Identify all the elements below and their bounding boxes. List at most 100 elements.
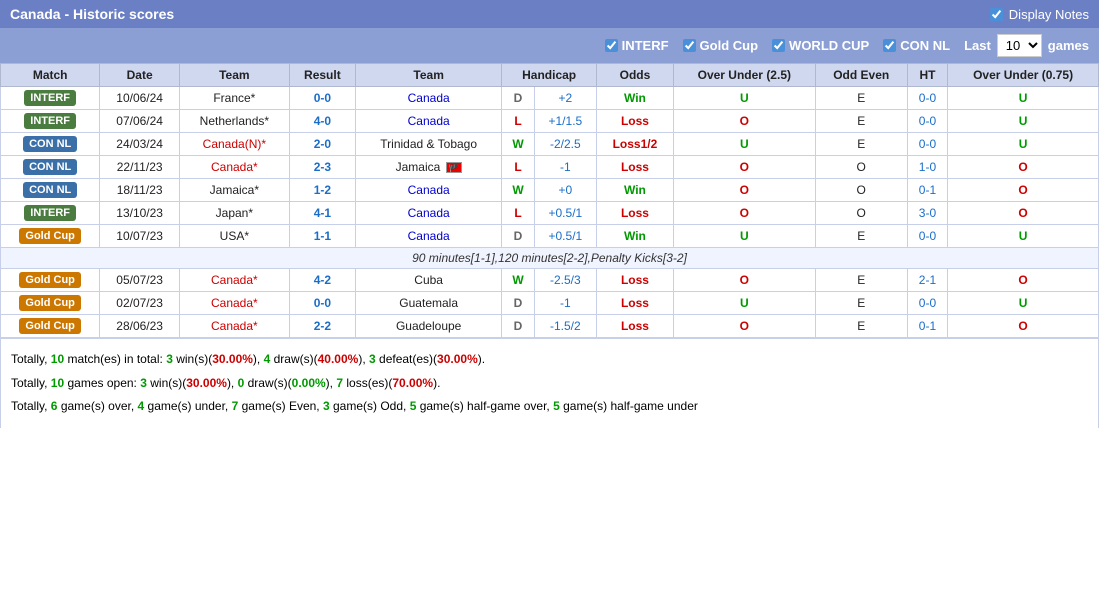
last-games-select[interactable]: 10 20 30 50: [997, 34, 1042, 57]
header: Canada - Historic scores Display Notes: [0, 0, 1099, 28]
team-home[interactable]: Japan*: [179, 202, 289, 225]
match-badge: INTERF: [1, 202, 100, 225]
filter-gold-cup[interactable]: Gold Cup: [683, 38, 759, 53]
over-under-25: U: [673, 225, 815, 248]
team-home[interactable]: Canada*: [179, 292, 289, 315]
table-row: CON NL22/11/23Canada*2-3Jamaica 🏴L-1Loss…: [1, 156, 1099, 179]
team-away[interactable]: Canada: [356, 87, 502, 110]
match-result[interactable]: 0-0: [289, 87, 355, 110]
match-result[interactable]: 2-0: [289, 133, 355, 156]
filter-con-nl-label: CON NL: [900, 38, 950, 53]
summary-line2: Totally, 10 games open: 3 win(s)(30.00%)…: [11, 373, 1088, 395]
match-result[interactable]: 2-2: [289, 315, 355, 338]
over-under-25: O: [673, 179, 815, 202]
team-home[interactable]: Netherlands*: [179, 110, 289, 133]
over-under-25: U: [673, 292, 815, 315]
col-match: Match: [1, 64, 100, 87]
team-away[interactable]: Cuba: [356, 269, 502, 292]
match-result[interactable]: 4-1: [289, 202, 355, 225]
over-under-075: O: [948, 202, 1099, 225]
team-home[interactable]: Jamaica*: [179, 179, 289, 202]
match-date: 18/11/23: [100, 179, 180, 202]
match-result[interactable]: 4-2: [289, 269, 355, 292]
col-odd-even: Odd Even: [815, 64, 907, 87]
last-games-control: Last 10 20 30 50 games: [964, 34, 1089, 57]
match-result[interactable]: 0-0: [289, 292, 355, 315]
table-row: Gold Cup28/06/23Canada*2-2GuadeloupeD-1.…: [1, 315, 1099, 338]
team-away[interactable]: Canada: [356, 202, 502, 225]
last-label: Last: [964, 38, 991, 53]
col-result: Result: [289, 64, 355, 87]
team-home[interactable]: USA*: [179, 225, 289, 248]
filter-interf-checkbox[interactable]: [605, 39, 618, 52]
handicap: -1: [534, 292, 596, 315]
odds: Win: [596, 87, 673, 110]
match-badge: INTERF: [1, 110, 100, 133]
handicap: -1.5/2: [534, 315, 596, 338]
table-row: INTERF10/06/24France*0-0CanadaD+2WinUE0-…: [1, 87, 1099, 110]
team-away[interactable]: Canada: [356, 110, 502, 133]
match-badge: Gold Cup: [1, 269, 100, 292]
odds: Loss: [596, 110, 673, 133]
match-badge: CON NL: [1, 179, 100, 202]
match-date: 28/06/23: [100, 315, 180, 338]
team-home[interactable]: Canada*: [179, 269, 289, 292]
filter-con-nl-checkbox[interactable]: [883, 39, 896, 52]
handicap: +0.5/1: [534, 202, 596, 225]
odds: Loss: [596, 269, 673, 292]
match-result[interactable]: 4-0: [289, 110, 355, 133]
team-away[interactable]: Guatemala: [356, 292, 502, 315]
odds: Loss1/2: [596, 133, 673, 156]
over-under-25: O: [673, 269, 815, 292]
over-under-075: O: [948, 179, 1099, 202]
match-date: 10/07/23: [100, 225, 180, 248]
filter-gold-cup-label: Gold Cup: [700, 38, 759, 53]
team-home[interactable]: Canada*: [179, 315, 289, 338]
display-notes-checkbox[interactable]: [990, 8, 1003, 21]
team-away[interactable]: Guadeloupe: [356, 315, 502, 338]
filter-interf[interactable]: INTERF: [605, 38, 669, 53]
team-away[interactable]: Trinidad & Tobago: [356, 133, 502, 156]
over-under-075: U: [948, 87, 1099, 110]
match-result[interactable]: 1-1: [289, 225, 355, 248]
match-result[interactable]: 1-2: [289, 179, 355, 202]
col-odds: Odds: [596, 64, 673, 87]
filter-world-cup-checkbox[interactable]: [772, 39, 785, 52]
col-over-under-25: Over Under (2.5): [673, 64, 815, 87]
team-home[interactable]: France*: [179, 87, 289, 110]
table-row: INTERF07/06/24Netherlands*4-0CanadaL+1/1…: [1, 110, 1099, 133]
over-under-075: O: [948, 269, 1099, 292]
odd-even: E: [815, 315, 907, 338]
match-outcome: L: [502, 156, 534, 179]
team-away[interactable]: Jamaica 🏴: [356, 156, 502, 179]
team-away[interactable]: Canada: [356, 179, 502, 202]
col-ht: HT: [907, 64, 947, 87]
filter-con-nl[interactable]: CON NL: [883, 38, 950, 53]
col-date: Date: [100, 64, 180, 87]
match-badge: Gold Cup: [1, 292, 100, 315]
odd-even: O: [815, 179, 907, 202]
odds: Loss: [596, 315, 673, 338]
team-away[interactable]: Canada: [356, 225, 502, 248]
display-notes-control[interactable]: Display Notes: [990, 7, 1089, 22]
match-date: 02/07/23: [100, 292, 180, 315]
over-under-075: O: [948, 156, 1099, 179]
filter-world-cup-label: WORLD CUP: [789, 38, 869, 53]
match-result[interactable]: 2-3: [289, 156, 355, 179]
team-home[interactable]: Canada(N)*: [179, 133, 289, 156]
handicap: +0: [534, 179, 596, 202]
filter-world-cup[interactable]: WORLD CUP: [772, 38, 869, 53]
handicap: +1/1.5: [534, 110, 596, 133]
ht-result: 0-0: [907, 292, 947, 315]
over-under-075: U: [948, 292, 1099, 315]
match-outcome: L: [502, 202, 534, 225]
table-header-row: Match Date Team Result Team Handicap Odd…: [1, 64, 1099, 87]
match-badge: CON NL: [1, 156, 100, 179]
over-under-075: U: [948, 110, 1099, 133]
match-outcome: D: [502, 315, 534, 338]
handicap: +0.5/1: [534, 225, 596, 248]
filter-gold-cup-checkbox[interactable]: [683, 39, 696, 52]
team-home[interactable]: Canada*: [179, 156, 289, 179]
scores-table: Match Date Team Result Team Handicap Odd…: [0, 63, 1099, 338]
match-date: 07/06/24: [100, 110, 180, 133]
